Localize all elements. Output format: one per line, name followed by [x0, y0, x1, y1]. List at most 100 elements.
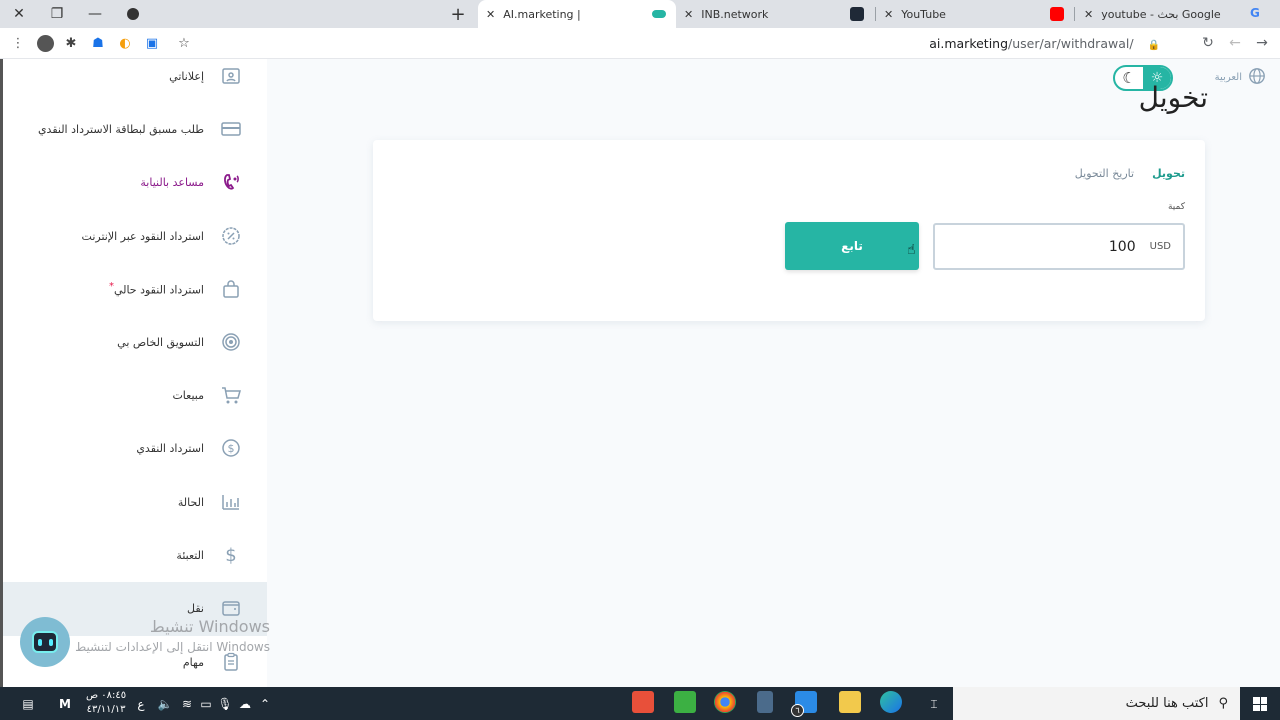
volume-button[interactable]: 🔈 [156, 692, 174, 716]
percent-badge-icon [220, 225, 242, 247]
youtube-favicon [1050, 7, 1064, 21]
onedrive-button[interactable]: ☁ [236, 692, 254, 716]
watermark-title: تنشيط Windows [149, 617, 270, 636]
sidebar-item-current-cashback[interactable]: *استرداد النقود حالي [0, 274, 242, 304]
taskbar-search[interactable]: اكتب هنا للبحث ⚲ [953, 687, 1240, 720]
translate-icon: ▣ [145, 35, 159, 51]
sidebar-item-sales[interactable]: مبيعات [0, 380, 242, 410]
extension-1-button[interactable]: ☗ [89, 34, 107, 52]
extension-2-button[interactable]: ◐ [116, 34, 134, 52]
chevron-up-icon: ⌃ [259, 697, 271, 711]
taskbar-chrome[interactable] [714, 691, 736, 713]
amount-value: 100 [1108, 238, 1136, 255]
microphone-button[interactable]: 🎙 [217, 692, 232, 716]
chatbot-launcher[interactable] [20, 617, 70, 667]
amount-label: كمية [1167, 202, 1185, 212]
taskbar-app-red-c[interactable] [632, 691, 654, 713]
battery-button[interactable]: ▭ [198, 692, 214, 716]
shopping-bag-icon [220, 278, 242, 300]
sidebar-item-top-up[interactable]: التعبئة $ [0, 540, 242, 570]
taskbar-app-m[interactable]: M [54, 692, 76, 716]
taskbar-mail[interactable]: ٦ [791, 691, 817, 717]
sidebar-item-label: نقل [187, 601, 204, 615]
tab-transfer[interactable]: تحويل [1152, 167, 1185, 180]
browser-menu-button[interactable]: ⋮ [9, 34, 27, 52]
cart-icon [220, 384, 242, 406]
mail-badge: ٦ [791, 704, 804, 717]
sidebar-item-label: مساعد بالنيابة [140, 175, 204, 189]
minimize-window-button[interactable]: — [76, 0, 114, 28]
robot-icon [32, 631, 58, 653]
tab-separator [1074, 7, 1075, 21]
language-selector[interactable]: العربية [1215, 67, 1266, 88]
new-tab-button[interactable]: + [448, 3, 468, 25]
url-host: ai.marketing [929, 36, 1009, 51]
translate-extension-button[interactable]: ▣ [143, 34, 161, 52]
reload-icon: ↻ [1202, 35, 1214, 51]
clock[interactable]: ٠٨:٤٥ ص ٤٣/١١/١٣ [86, 689, 126, 717]
show-hidden-icons-button[interactable]: ⌃ [258, 692, 272, 716]
main-content: العربية ☾ ☼ تخويل تحويل تاريخ التحويل كم… [267, 59, 1280, 687]
restore-window-button[interactable]: ❐ [38, 0, 76, 28]
close-tab-icon[interactable]: ✕ [1084, 8, 1093, 21]
extensions-button[interactable]: ✱ [62, 34, 80, 52]
tab-youtube[interactable]: ✕ YouTube [876, 0, 1074, 28]
forward-button[interactable]: → [1252, 33, 1272, 53]
tab-transfer-history[interactable]: تاريخ التحويل [1075, 167, 1134, 180]
back-button[interactable]: ← [1225, 33, 1245, 53]
transfer-tabs: تحويل تاريخ التحويل [1075, 167, 1185, 180]
star-icon: ☆ [178, 35, 190, 51]
close-tab-icon[interactable]: ✕ [684, 8, 693, 21]
notifications-button[interactable]: ▤ [18, 692, 38, 716]
close-tab-icon[interactable]: ✕ [486, 8, 495, 21]
tab-title: youtube - بحث Google [1101, 7, 1221, 21]
swirl-icon: ◐ [119, 35, 131, 51]
sidebar-item-label: استرداد النقود عبر الإنترنت [81, 229, 204, 243]
sidebar-item-my-marketing[interactable]: التسويق الخاص بي [0, 327, 242, 357]
sidebar-item-my-ads[interactable]: إعلاناتي [0, 61, 242, 91]
input-language[interactable]: ع [134, 692, 148, 716]
user-badge-icon: ☗ [92, 35, 104, 51]
taskbar-calculator[interactable] [757, 691, 773, 713]
wifi-button[interactable]: ≋ [178, 692, 196, 716]
windows-activation-watermark: تنشيط Windows انتقل إلى الإعدادات لتنشيط… [70, 617, 270, 654]
tab-ai-marketing[interactable]: ✕ AI.marketing | [478, 0, 676, 28]
taskbar-app-green-c[interactable] [674, 691, 696, 713]
arrow-left-icon: ← [1229, 35, 1241, 51]
sidebar-item-cash-refund[interactable]: استرداد النقدي $ [0, 433, 242, 463]
taskbar-edge[interactable] [880, 691, 902, 713]
windows-logo-icon [1253, 697, 1260, 704]
taskbar-file-explorer[interactable] [839, 691, 861, 713]
google-favicon: G [1250, 6, 1260, 20]
tab-inb-network[interactable]: ✕ INB.network [676, 0, 874, 28]
tab-google-search[interactable]: ✕ youtube - بحث Google G [1076, 0, 1274, 28]
reload-button[interactable]: ↻ [1198, 33, 1218, 53]
sidebar-item-label: استرداد النقدي [136, 441, 204, 455]
react-favicon [850, 7, 864, 21]
close-icon: ✕ [13, 6, 25, 22]
dollar-icon: $ [225, 544, 237, 566]
currency-label: USD [1149, 241, 1171, 252]
bookmark-button[interactable]: ☆ [175, 34, 193, 52]
minimize-icon: — [88, 6, 102, 22]
sidebar-item-status[interactable]: الحالة [0, 487, 242, 517]
sidebar-item-online-cashback[interactable]: استرداد النقود عبر الإنترنت [0, 221, 242, 251]
volume-icon: 🔈 [157, 697, 173, 711]
sidebar-item-label: إعلاناتي [169, 69, 204, 83]
start-button[interactable] [1253, 697, 1267, 711]
tab-search-button[interactable] [114, 0, 152, 28]
arrow-right-icon: → [1256, 35, 1268, 51]
close-window-button[interactable]: ✕ [0, 0, 38, 28]
address-bar[interactable]: ai.marketing/user/ar/withdrawal/ 🔒 [929, 36, 1160, 51]
sidebar-item-label: التعبئة [176, 548, 204, 562]
continue-button[interactable]: تابع [785, 222, 919, 270]
sidebar-item-proxy-assistant[interactable]: مساعد بالنيابة [0, 167, 242, 197]
task-view-button[interactable]: ⌶ [924, 692, 944, 716]
cloud-icon: ☁ [239, 697, 251, 711]
profile-avatar[interactable] [36, 34, 54, 52]
windows-taskbar: ▤ M ٠٨:٤٥ ص ٤٣/١١/١٣ ع 🔈 ≋ ▭ 🎙 ☁ ⌃ ٦ ⌶ ا… [0, 687, 1280, 720]
sidebar-item-cashback-card-preorder[interactable]: طلب مسبق لبطاقة الاسترداد النقدي [0, 114, 242, 144]
clock-time: ٠٨:٤٥ ص [86, 690, 127, 701]
close-tab-icon[interactable]: ✕ [884, 8, 893, 21]
amount-input[interactable]: 100 USD [933, 223, 1185, 270]
